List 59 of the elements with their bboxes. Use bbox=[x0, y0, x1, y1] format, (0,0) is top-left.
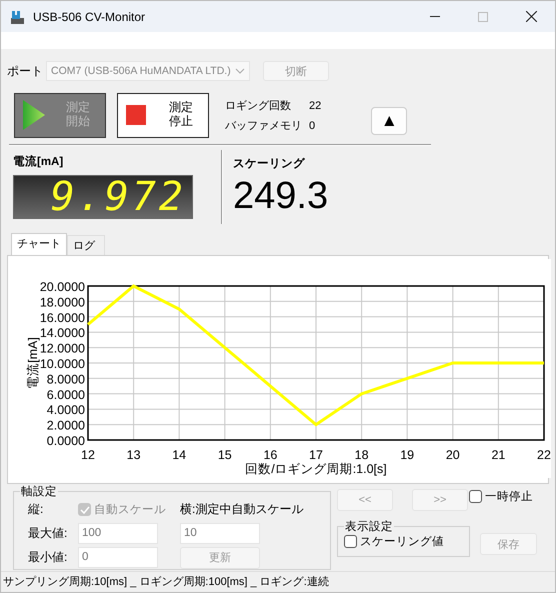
y-tick-label: 0.0000 bbox=[46, 434, 85, 448]
logging-count-value: 22 bbox=[309, 100, 322, 112]
tab[interactable]: ログ bbox=[67, 235, 105, 255]
scaling-value: 249.3 bbox=[233, 175, 328, 218]
app-icon bbox=[10, 8, 26, 24]
x-tick-label: 19 bbox=[400, 448, 414, 462]
tab[interactable]: チャート bbox=[11, 233, 67, 255]
close-icon[interactable] bbox=[526, 11, 537, 22]
axis-settings-title: 軸設定 bbox=[20, 484, 58, 499]
play-icon bbox=[23, 100, 45, 130]
auto-scale-label: 自動スケール bbox=[94, 502, 166, 517]
max-label: 最大値: bbox=[27, 525, 68, 542]
x-tick-label: 22 bbox=[537, 448, 551, 462]
y-tick-label: 12.0000 bbox=[40, 342, 85, 356]
current-label: 電流[mA] bbox=[13, 154, 64, 169]
y-tick-label: 6.0000 bbox=[46, 388, 85, 402]
x-tick-label: 20 bbox=[446, 448, 460, 462]
horizontal-value-field[interactable]: 10 bbox=[180, 523, 260, 544]
port-label: ポート bbox=[7, 62, 43, 80]
x-tick-label: 13 bbox=[126, 448, 141, 462]
y-tick-label: 14.0000 bbox=[40, 326, 85, 340]
y-tick-label: 2.0000 bbox=[46, 418, 85, 433]
y-tick-label: 18.0000 bbox=[40, 295, 85, 310]
caret-icon bbox=[235, 68, 245, 74]
buffer-memory-label: バッファメモリ bbox=[225, 118, 303, 132]
pause-label: 一時停止 bbox=[485, 490, 533, 504]
max-value-field[interactable]: 100 bbox=[78, 523, 158, 544]
pause-checkbox[interactable] bbox=[469, 490, 482, 502]
up-button[interactable]: ▲ bbox=[371, 107, 408, 135]
x-tick-label: 17 bbox=[309, 448, 323, 462]
x-tick-label: 21 bbox=[491, 448, 506, 462]
x-axis-title: 回数/ロギング周期:1.0[s] bbox=[245, 462, 387, 476]
status-bar: サンプリング周期:10[ms] _ ロギング周期:100[ms] _ ロギング:連続 bbox=[1, 571, 555, 592]
display-settings-title: 表示設定 bbox=[344, 520, 394, 534]
scaling-value-label: スケーリング値 bbox=[360, 534, 444, 549]
y-tick-label: 8.0000 bbox=[46, 372, 85, 386]
minimize-icon[interactable] bbox=[430, 16, 440, 18]
y-axis-title: 電流[mA] bbox=[26, 337, 40, 389]
scaling-value-checkbox[interactable] bbox=[344, 535, 357, 548]
x-tick-label: 15 bbox=[218, 448, 232, 462]
current-display: 9.972 bbox=[13, 175, 193, 219]
logging-count-label: ロギング回数 bbox=[225, 98, 292, 112]
window-title: USB-506 CV-Monitor bbox=[33, 10, 146, 24]
y-tick-label: 20.0000 bbox=[40, 280, 85, 294]
stop-button[interactable]: 測定停止 bbox=[117, 92, 209, 138]
vertical-label: 縦: bbox=[27, 501, 44, 518]
min-label: 最小値: bbox=[27, 549, 68, 566]
horizontal-label: 横:測定中自動スケール bbox=[180, 501, 304, 518]
min-value-field[interactable]: 0 bbox=[78, 547, 158, 568]
stop-icon bbox=[126, 105, 146, 125]
x-tick-label: 14 bbox=[172, 448, 186, 462]
scaling-label: スケーリング bbox=[233, 156, 306, 171]
y-tick-label: 16.0000 bbox=[40, 310, 85, 325]
x-tick-label: 18 bbox=[354, 448, 369, 462]
x-tick-label: 16 bbox=[263, 448, 278, 462]
buffer-memory-value: 0 bbox=[309, 120, 316, 132]
x-tick-label: 12 bbox=[81, 448, 95, 462]
y-tick-label: 4.0000 bbox=[46, 403, 85, 418]
y-tick-label: 10.0000 bbox=[40, 357, 85, 371]
